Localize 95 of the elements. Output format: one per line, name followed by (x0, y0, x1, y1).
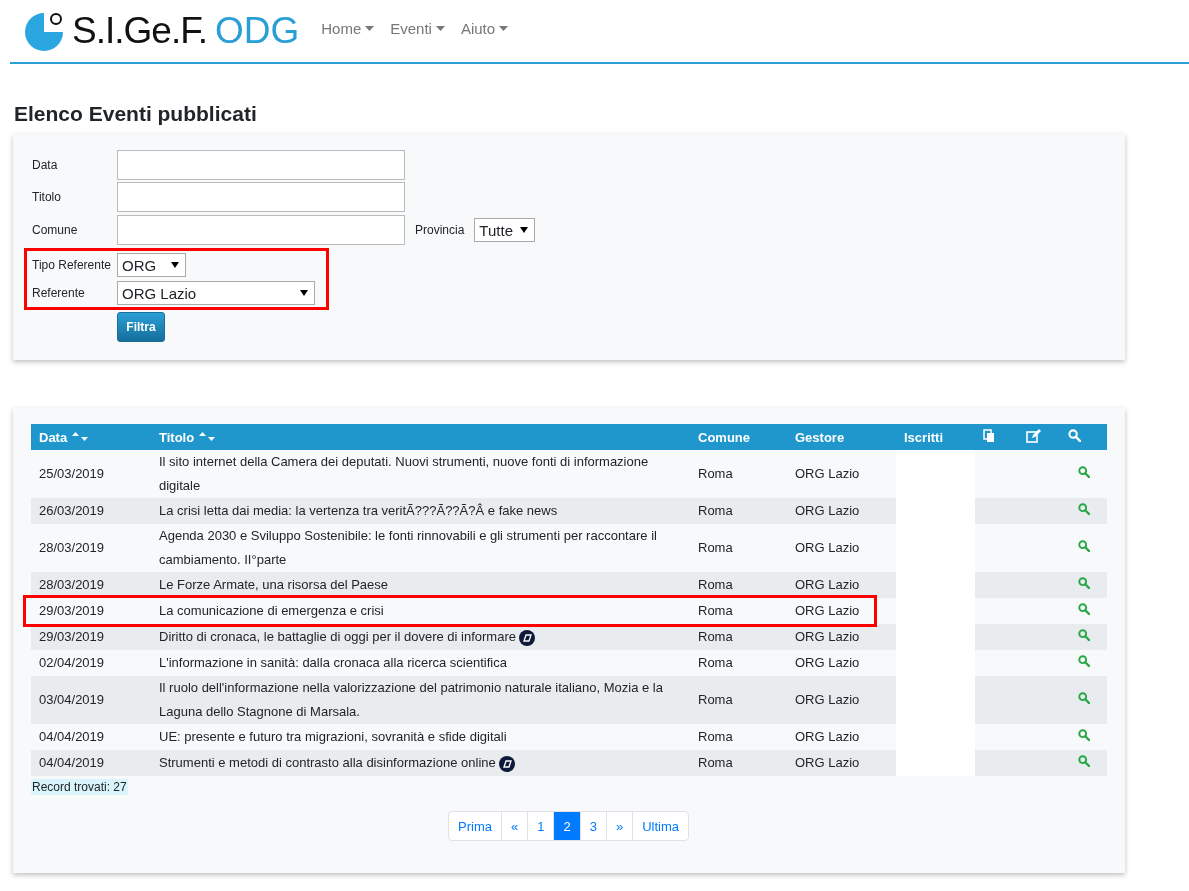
column-header: Gestore (787, 424, 896, 450)
edit-icon[interactable] (1026, 428, 1041, 443)
table-cell: ORG Lazio (787, 524, 896, 572)
search-icon[interactable] (1077, 577, 1090, 589)
nav-menu[interactable]: Eventi (390, 19, 445, 37)
badge-icon (518, 629, 535, 646)
column-header[interactable]: Titolo (151, 424, 690, 450)
table-cell: 03/04/2019 (31, 676, 151, 724)
sort-icon[interactable] (71, 431, 90, 442)
field-label: Data (32, 158, 59, 172)
nav-menu[interactable]: Aiuto (460, 19, 509, 37)
table-cell: Roma (690, 650, 787, 676)
page-link[interactable]: 3 (579, 811, 607, 841)
table-cell-text: Roma (697, 602, 734, 620)
page-title: Elenco Eventi pubblicati (14, 102, 258, 126)
page-link[interactable]: Ultima (632, 811, 689, 841)
column-header: Iscritti (896, 424, 975, 450)
column-header: Comune (690, 424, 787, 450)
table-cell: 29/03/2019 (31, 624, 151, 650)
search-icon[interactable] (1077, 466, 1090, 478)
column-header[interactable]: Data (31, 424, 151, 450)
badge-icon (498, 755, 515, 772)
table-cell: ORG Lazio (787, 750, 896, 776)
table-cell: 04/04/2019 (31, 750, 151, 776)
search-icon[interactable] (1077, 755, 1090, 767)
table-cell: 04/04/2019 (31, 724, 151, 750)
search-icon[interactable] (1068, 429, 1081, 442)
search-icon[interactable] (1077, 603, 1090, 615)
table-cell: 29/03/2019 (31, 598, 151, 624)
record-count: Record trovati: 27 (31, 779, 128, 795)
page-link[interactable]: « (500, 811, 529, 841)
table-cell: ORG Lazio (787, 724, 896, 750)
table-cell: 25/03/2019 (31, 450, 151, 498)
table-cell-text: La comunicazione di emergenza e crisi (158, 602, 385, 620)
table-cell: Diritto di cronaca, le battaglie di oggi per il dovere di informare (151, 624, 690, 650)
brand-name: S.I.Ge.F. ODG (72, 10, 300, 52)
caret-icon (499, 25, 509, 31)
table-cell: Roma (690, 524, 787, 572)
text-input[interactable] (117, 182, 405, 212)
table-cell: Roma (690, 572, 787, 598)
field-label: Provincia (415, 223, 465, 237)
filter-button[interactable]: Filtra (117, 312, 165, 342)
table-cell: ORG Lazio (787, 450, 896, 498)
table-cell: ORG Lazio (787, 498, 896, 524)
dropdown[interactable]: ORG (117, 253, 186, 277)
search-icon[interactable] (1077, 729, 1090, 741)
table-cell: Roma (690, 498, 787, 524)
page-link[interactable]: » (605, 811, 634, 841)
caret-icon (171, 262, 179, 268)
dropdown[interactable]: Tutte (474, 218, 536, 242)
table-cell: La crisi letta dai media: la vertenza tra veritÃ???Ã??Ã?Â e fake news (151, 498, 690, 524)
search-icon[interactable] (1077, 629, 1090, 641)
nav-menu[interactable]: Home (321, 19, 375, 37)
search-icon[interactable] (1077, 540, 1090, 552)
copy-icon[interactable] (983, 428, 995, 443)
field-label: Comune (32, 223, 79, 237)
caret-icon (365, 25, 375, 31)
table-cell: Roma (690, 750, 787, 776)
dropdown[interactable]: ORG Lazio (117, 281, 315, 305)
table-cell: 02/04/2019 (31, 650, 151, 676)
search-icon[interactable] (1077, 692, 1090, 704)
table-cell: Agenda 2030 e Sviluppo Sostenibile: le fonti rinnovabili e gli strumenti per raccontare il cambiamento. II°parte (151, 524, 690, 572)
table-cell: Roma (690, 450, 787, 498)
table-cell: ORG Lazio (787, 624, 896, 650)
table-cell: ORG Lazio (787, 598, 896, 624)
table-cell: Il ruolo dell'informazione nella valorizzazione del patrimonio naturale italiano, Mozia e la Laguna dello Stagnone di Marsala. (151, 676, 690, 724)
table-cell: L'informazione in sanità: dalla cronaca alla ricerca scientifica (151, 650, 690, 676)
table-cell: ORG Lazio (787, 650, 896, 676)
table-cell: Roma (690, 724, 787, 750)
page-link[interactable]: 1 (527, 811, 555, 841)
table-cell: ORG Lazio (787, 572, 896, 598)
sort-icon[interactable] (198, 431, 217, 442)
field-label: Titolo (32, 190, 62, 204)
table-cell: 28/03/2019 (31, 572, 151, 598)
table-cell: Roma (690, 676, 787, 724)
text-input[interactable] (117, 150, 405, 180)
field-label: Referente (32, 286, 86, 300)
caret-icon (435, 25, 445, 31)
field-label: Tipo Referente (32, 258, 112, 272)
text-input[interactable] (117, 215, 405, 245)
table-cell: ORG Lazio (787, 676, 896, 724)
search-icon[interactable] (1077, 655, 1090, 667)
table-cell: Strumenti e metodi di contrasto alla disinformazione online (151, 750, 690, 776)
page-link[interactable]: 2 (553, 811, 581, 841)
table-cell: Il sito internet della Camera dei deputati. Nuovi strumenti, nuove fonti di informazione digitale (151, 450, 690, 498)
logo-icon (24, 11, 66, 51)
caret-icon (520, 227, 529, 233)
table-cell: UE: presente e futuro tra migrazioni, sovranità e sfide digitali (151, 724, 690, 750)
table-cell: Roma (690, 624, 787, 650)
table-cell: Le Forze Armate, una risorsa del Paese (151, 572, 690, 598)
table-cell: 28/03/2019 (31, 524, 151, 572)
caret-icon (300, 290, 308, 296)
table-cell: 26/03/2019 (31, 498, 151, 524)
search-icon[interactable] (1077, 503, 1090, 515)
page-link[interactable]: Prima (448, 811, 502, 841)
